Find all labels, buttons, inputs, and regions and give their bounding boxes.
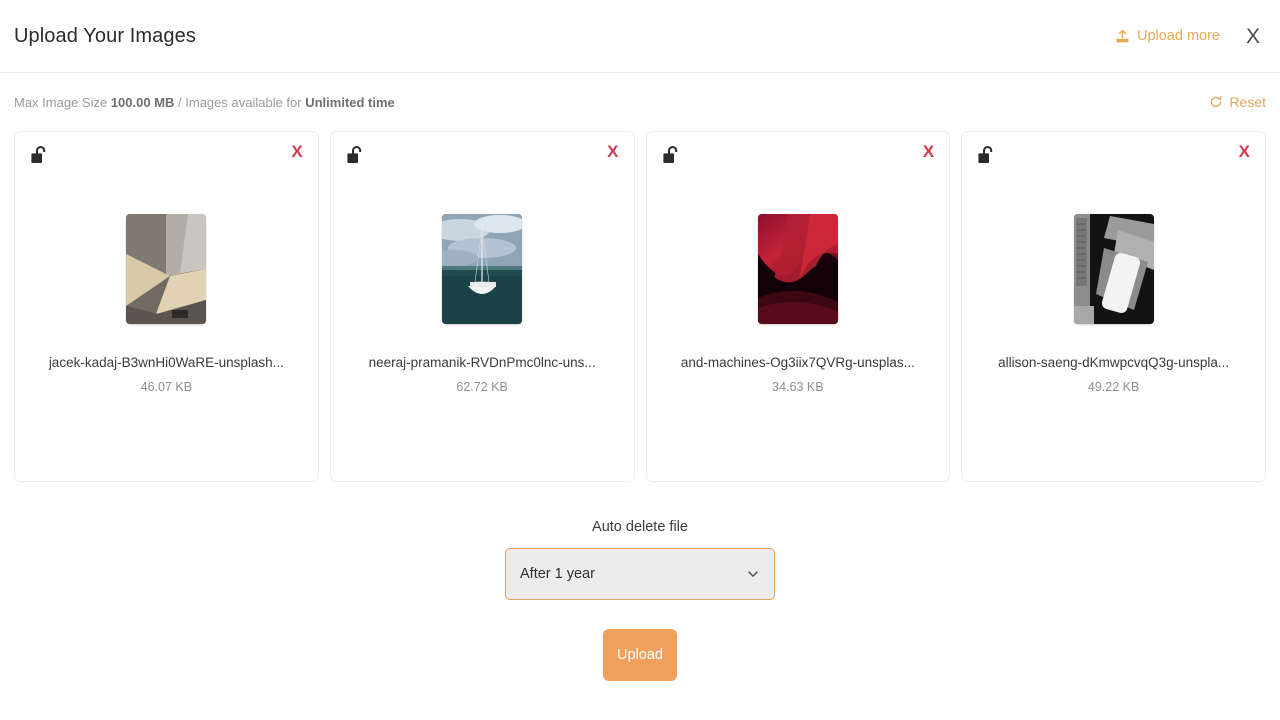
image-card[interactable]: X allison-saeng-dKmwpcvqQ3g-unspla... 49… xyxy=(961,131,1266,482)
max-size-value: 100.00 MB xyxy=(110,94,175,110)
auto-delete-select-wrap: After 1 year xyxy=(505,548,775,600)
image-thumbnail[interactable] xyxy=(126,214,207,324)
image-filesize: 46.07 KB xyxy=(140,380,193,394)
unlock-icon[interactable] xyxy=(345,144,367,168)
refresh-icon xyxy=(1209,95,1223,109)
image-filesize: 62.72 KB xyxy=(456,380,508,394)
bottom-controls: Auto delete file After 1 year Upload xyxy=(0,519,1280,681)
page-header: Upload Your Images Upload more X xyxy=(0,0,1280,73)
image-card[interactable]: X neeraj-pramanik-RVDnPmc0lnc-uns... 62.… xyxy=(329,131,635,482)
chevron-down-icon xyxy=(746,567,760,581)
remove-image-button[interactable]: X xyxy=(291,143,302,160)
image-card[interactable]: X and-machines-Og3iix7QVRg-unsplas... 34… xyxy=(645,131,951,482)
unlock-icon[interactable] xyxy=(976,144,998,168)
auto-delete-selected-value: After 1 year xyxy=(520,566,595,582)
size-info-prefix: Max Image Size xyxy=(14,94,111,110)
unlock-icon[interactable] xyxy=(29,144,51,168)
image-filename: neeraj-pramanik-RVDnPmc0lnc-uns... xyxy=(368,355,596,370)
image-thumbnail[interactable] xyxy=(1073,214,1154,324)
info-bar: Max Image Size 100.00 MB / Images availa… xyxy=(0,73,1280,131)
image-filename: allison-saeng-dKmwpcvqQ3g-unspla... xyxy=(998,355,1230,370)
image-filesize: 49.22 KB xyxy=(1087,380,1140,394)
reset-button[interactable]: Reset xyxy=(1209,94,1266,110)
upload-button[interactable]: Upload xyxy=(603,629,677,681)
unlock-icon[interactable] xyxy=(661,144,683,168)
upload-more-button[interactable]: Upload more xyxy=(1115,28,1220,44)
image-thumbnail[interactable] xyxy=(757,214,838,324)
close-icon[interactable]: X xyxy=(1240,24,1266,49)
remove-image-button[interactable]: X xyxy=(1239,143,1250,160)
auto-delete-select[interactable]: After 1 year xyxy=(505,548,775,600)
size-info-middle: / Images available for xyxy=(174,94,306,110)
header-actions: Upload more X xyxy=(1115,24,1266,49)
image-thumbnail[interactable] xyxy=(442,214,523,324)
upload-more-label: Upload more xyxy=(1136,28,1220,44)
size-info-text: Max Image Size 100.00 MB / Images availa… xyxy=(14,95,395,110)
image-filename: jacek-kadaj-B3wnHi0WaRE-unsplash... xyxy=(48,355,284,370)
upload-icon xyxy=(1115,29,1130,44)
remove-image-button[interactable]: X xyxy=(923,143,934,160)
availability-value: Unlimited time xyxy=(305,94,395,110)
image-card[interactable]: X jacek-kadaj-B3wnHi0WaRE-unsplash... 46… xyxy=(14,131,319,482)
image-filesize: 34.63 KB xyxy=(772,380,824,394)
image-cards-grid: X jacek-kadaj-B3wnHi0WaRE-unsplash... 46… xyxy=(0,131,1280,482)
remove-image-button[interactable]: X xyxy=(607,143,618,160)
auto-delete-label: Auto delete file xyxy=(592,519,688,535)
reset-label: Reset xyxy=(1229,94,1266,110)
image-filename: and-machines-Og3iix7QVRg-unsplas... xyxy=(680,355,915,370)
page-title: Upload Your Images xyxy=(14,24,196,47)
